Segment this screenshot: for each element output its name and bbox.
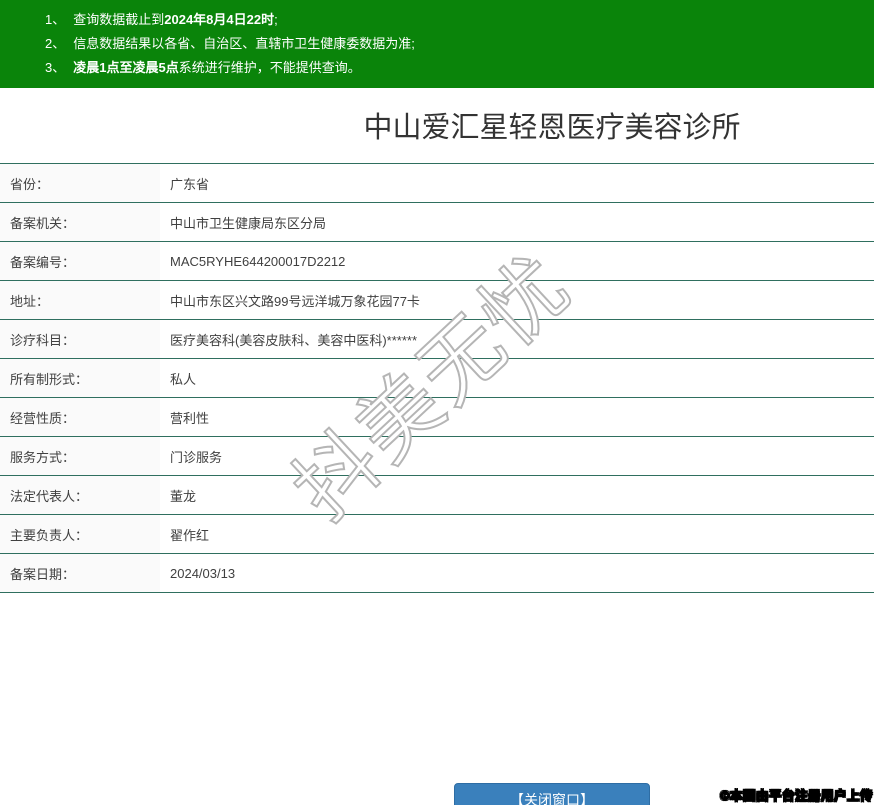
- row-label: 备案机关：: [0, 203, 160, 242]
- row-label: 主要负责人：: [0, 515, 160, 554]
- info-table: 省份：广东省备案机关：中山市卫生健康局东区分局备案编号：MAC5RYHE6442…: [0, 163, 874, 593]
- clinic-title: 中山爱汇星轻恩医疗美容诊所: [0, 104, 874, 146]
- row-value: 门诊服务: [160, 437, 874, 476]
- row-label: 服务方式：: [0, 437, 160, 476]
- close-window-button[interactable]: 【关闭窗口】: [454, 783, 650, 805]
- table-row: 地址：中山市东区兴文路99号远洋城万象花园77卡: [0, 281, 874, 320]
- table-row: 备案日期：2024/03/13: [0, 554, 874, 593]
- notice-list: 1、查询数据截止到2024年8月4日22时;2、信息数据结果以各省、自治区、直辖…: [0, 8, 874, 80]
- row-value: MAC5RYHE644200017D2212: [160, 242, 874, 281]
- copyright-stamp: ©本图由平台注册用户上传: [720, 785, 873, 804]
- notice-item-number: 2、: [45, 36, 65, 51]
- table-row: 服务方式：门诊服务: [0, 437, 874, 476]
- table-row: 法定代表人：董龙: [0, 476, 874, 515]
- page-viewport: 1、查询数据截止到2024年8月4日22时;2、信息数据结果以各省、自治区、直辖…: [0, 0, 874, 805]
- table-row: 备案机关：中山市卫生健康局东区分局: [0, 203, 874, 242]
- row-value: 营利性: [160, 398, 874, 437]
- row-value: 2024/03/13: [160, 554, 874, 593]
- table-row: 经营性质：营利性: [0, 398, 874, 437]
- table-row: 所有制形式：私人: [0, 359, 874, 398]
- row-value: 中山市东区兴文路99号远洋城万象花园77卡: [160, 281, 874, 320]
- row-label: 备案编号：: [0, 242, 160, 281]
- notice-item: 1、查询数据截止到2024年8月4日22时;: [45, 8, 874, 32]
- row-label: 诊疗科目：: [0, 320, 160, 359]
- content-page: 1、查询数据截止到2024年8月4日22时;2、信息数据结果以各省、自治区、直辖…: [0, 0, 874, 805]
- row-label: 法定代表人：: [0, 476, 160, 515]
- row-value: 董龙: [160, 476, 874, 515]
- table-row: 备案编号：MAC5RYHE644200017D2212: [0, 242, 874, 281]
- row-value: 私人: [160, 359, 874, 398]
- table-row: 主要负责人：翟作红: [0, 515, 874, 554]
- row-label: 地址：: [0, 281, 160, 320]
- notice-item: 2、信息数据结果以各省、自治区、直辖市卫生健康委数据为准;: [45, 32, 874, 56]
- row-value: 医疗美容科(美容皮肤科、美容中医科)******: [160, 320, 874, 359]
- notice-item: 3、凌晨1点至凌晨5点系统进行维护，不能提供查询。: [45, 56, 874, 80]
- row-label: 备案日期：: [0, 554, 160, 593]
- row-label: 经营性质：: [0, 398, 160, 437]
- row-label: 所有制形式：: [0, 359, 160, 398]
- notice-bar: 1、查询数据截止到2024年8月4日22时;2、信息数据结果以各省、自治区、直辖…: [0, 0, 874, 88]
- row-value: 翟作红: [160, 515, 874, 554]
- table-row: 省份：广东省: [0, 164, 874, 203]
- row-value: 广东省: [160, 164, 874, 203]
- notice-item-number: 1、: [45, 12, 65, 27]
- row-label: 省份：: [0, 164, 160, 203]
- notice-item-number: 3、: [45, 60, 65, 75]
- table-row: 诊疗科目：医疗美容科(美容皮肤科、美容中医科)******: [0, 320, 874, 359]
- row-value: 中山市卫生健康局东区分局: [160, 203, 874, 242]
